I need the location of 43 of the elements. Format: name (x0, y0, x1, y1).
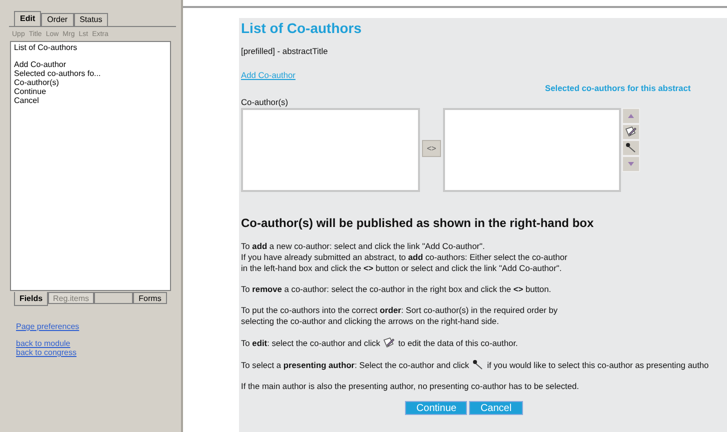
help-text: If the main author is also the presenting author, no presenting co-author has to be selected. (241, 381, 580, 392)
help-text: To remove a co-author: select the co-author in the right box and click the <> button. (241, 284, 552, 295)
form-button[interactable]: Continue (405, 401, 468, 415)
form-button[interactable]: Cancel (469, 401, 523, 415)
add-coauthor-link[interactable]: Add Co-author (241, 70, 296, 81)
transfer-button[interactable]: <> (422, 140, 441, 157)
tab[interactable] (94, 292, 133, 304)
tab[interactable]: Edit (14, 11, 42, 26)
list-item[interactable]: Selected co-authors fo... (14, 69, 167, 78)
page-title: List of Co-authors (241, 19, 363, 37)
section-heading: Selected co-authors for this abstract (545, 83, 691, 94)
help-text: To edit: select the co-author and click (241, 338, 380, 348)
list-item[interactable]: List of Co-authors (14, 43, 167, 52)
help-text: to edit the data of this co-author. (398, 338, 518, 348)
help-text: if you would like to select this co-author as presenting autho (487, 360, 709, 370)
help-text: To add a new co-author: select and click the link "Add Co-author". (241, 241, 486, 252)
help-text: To put the co-authors into the correct order: Sort co-author(s) in the required order by (241, 305, 559, 316)
link[interactable]: Page preferences (16, 322, 80, 331)
field-label: Co-author(s) (241, 97, 290, 108)
tab[interactable]: Forms (133, 292, 167, 304)
available-list[interactable] (241, 108, 420, 192)
up-arrow-icon (628, 114, 634, 118)
list-item[interactable]: Add Co-author (14, 60, 167, 69)
pencil-paper-icon (625, 126, 637, 138)
help-text: in the left-hand box and click the <> button or select and click the link "Add Co-author". (241, 263, 563, 274)
notice-heading: Co-author(s) will be published as shown in the right-hand box (241, 216, 595, 230)
list-item[interactable]: Co-author(s) (14, 78, 167, 87)
down-arrow-icon (628, 162, 634, 166)
help-text: selecting the co-author and clicking the arrows on the right-hand side. (241, 316, 500, 327)
edit-button[interactable] (622, 124, 640, 140)
tab[interactable]: Status (74, 13, 108, 26)
list-item[interactable]: Cancel (14, 96, 167, 105)
help-text: If you have already submitted an abstract, to add co-authors: Either select the co-author (241, 252, 568, 263)
microphone-icon (625, 142, 637, 154)
link[interactable]: back to module (16, 339, 70, 348)
pencil-paper-icon (383, 337, 396, 349)
subtitle: [prefilled] - abstractTitle (241, 46, 329, 57)
tab[interactable]: Order (41, 13, 74, 26)
link[interactable]: back to congress (16, 348, 76, 357)
microphone-icon (472, 359, 484, 371)
presenting-author-button[interactable] (622, 140, 640, 156)
help-text: To select a presenting author: Select the co-author and click (241, 360, 470, 370)
list-item[interactable]: Continue (14, 87, 167, 96)
